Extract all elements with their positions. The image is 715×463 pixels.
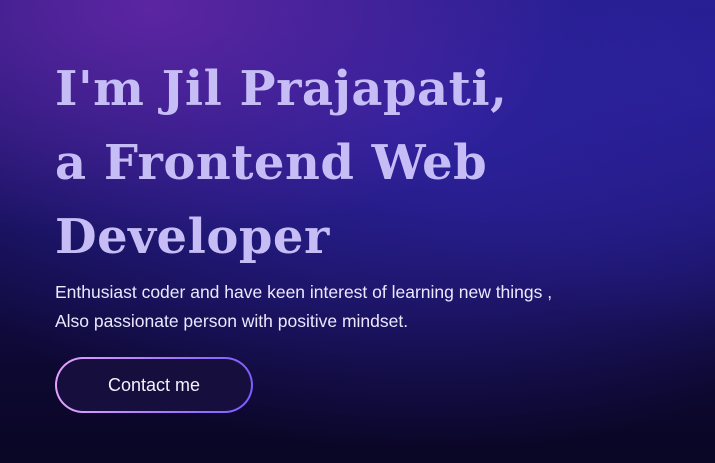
headline-line-3: Developer <box>55 209 330 265</box>
hero-section: I'm Jil Prajapati, a Frontend Web Develo… <box>55 52 695 336</box>
headline-line-2: a Frontend Web <box>55 135 488 191</box>
contact-me-button[interactable]: Contact me <box>55 357 253 413</box>
tagline-line-2: Also passionate person with positive min… <box>55 311 409 331</box>
tagline-line-1: Enthusiast coder and have keen interest … <box>55 282 553 302</box>
hero-tagline: Enthusiast coder and have keen interest … <box>55 278 695 336</box>
contact-me-label: Contact me <box>57 359 251 411</box>
headline-line-1: I'm Jil Prajapati, <box>55 61 508 117</box>
hero-headline: I'm Jil Prajapati, a Frontend Web Develo… <box>55 52 695 274</box>
